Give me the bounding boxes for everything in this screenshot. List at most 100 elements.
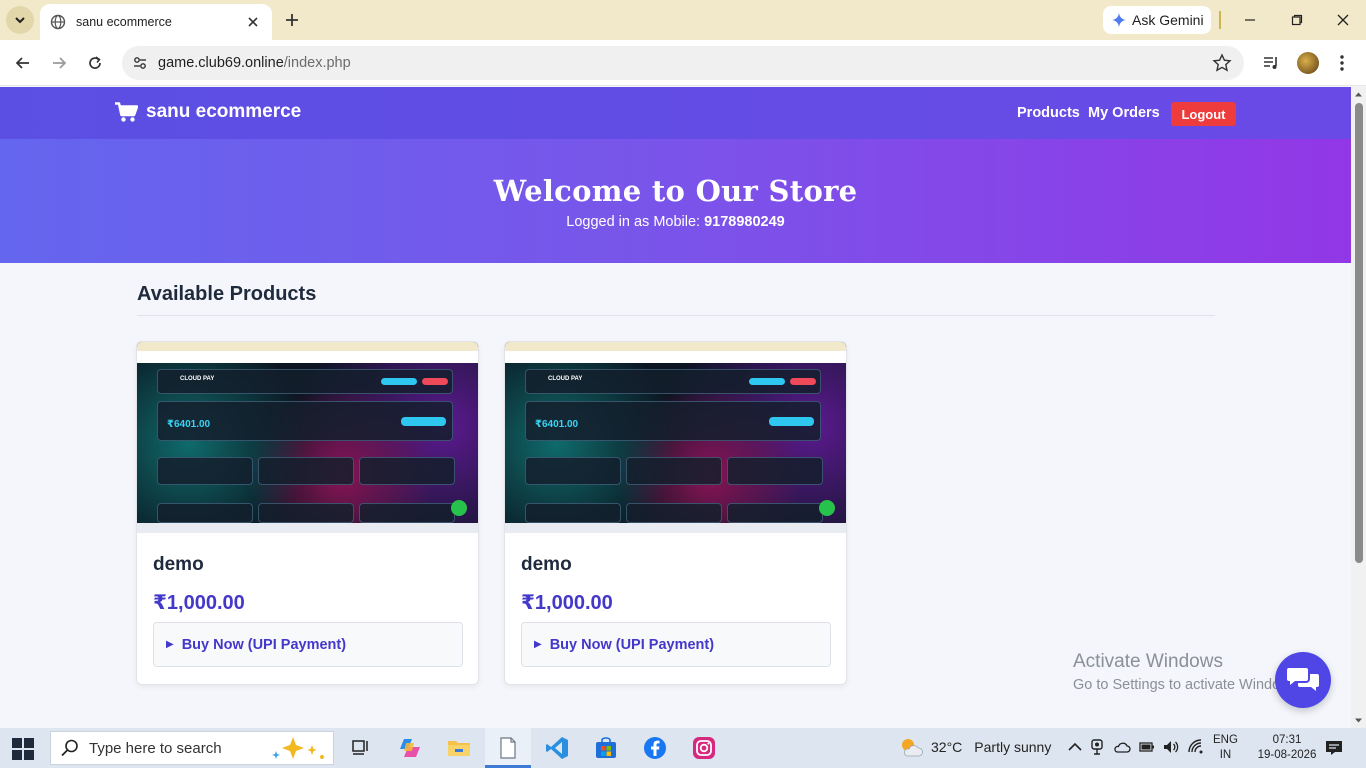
scroll-down-icon[interactable] xyxy=(1354,716,1363,725)
browser-tab-strip: sanu ecommerce Ask Gemini xyxy=(0,0,1366,40)
logout-button[interactable]: Logout xyxy=(1171,102,1236,126)
browser-tab[interactable]: sanu ecommerce xyxy=(40,4,272,40)
taskbar-search[interactable]: Type here to search xyxy=(50,731,334,765)
close-window-button[interactable] xyxy=(1331,8,1355,32)
browser-toolbar: game.club69.online/index.php xyxy=(0,40,1366,86)
search-highlight-icon xyxy=(272,737,324,759)
site-settings-icon[interactable] xyxy=(130,53,150,73)
document-icon xyxy=(500,737,516,759)
plus-icon xyxy=(286,14,298,26)
disclosure-triangle-icon: ▶ xyxy=(166,639,174,650)
battery-icon[interactable] xyxy=(1138,738,1156,756)
buy-now-button[interactable]: ▶ Buy Now (UPI Payment) xyxy=(153,622,463,667)
scroll-up-icon[interactable] xyxy=(1354,90,1363,99)
back-button[interactable] xyxy=(11,51,35,75)
site-navbar: sanu ecommerce Products My Orders Logout xyxy=(0,87,1351,139)
tab-close-button[interactable] xyxy=(244,13,262,31)
scroll-thumb[interactable] xyxy=(1355,103,1363,563)
buy-now-button[interactable]: ▶ Buy Now (UPI Payment) xyxy=(521,622,831,667)
input-language[interactable]: ENG IN xyxy=(1213,733,1238,763)
product-price: ₹1,000.00 xyxy=(153,592,245,614)
vscode-icon xyxy=(546,737,568,759)
clock-date: 19-08-2026 xyxy=(1257,749,1317,761)
facebook-app[interactable] xyxy=(641,734,669,762)
playlist-icon xyxy=(1264,57,1277,69)
cloud-icon[interactable] xyxy=(1113,738,1131,756)
microsoft-store-app[interactable] xyxy=(592,734,620,762)
thumb-app-name: CLOUD PAY xyxy=(180,376,215,382)
tab-strip-divider xyxy=(1219,11,1221,29)
weather-widget[interactable]: 32°C Partly sunny xyxy=(899,736,1051,758)
product-name: demo xyxy=(521,554,572,575)
taskbar-search-placeholder: Type here to search xyxy=(89,739,222,757)
volume-icon[interactable] xyxy=(1162,738,1180,756)
store-icon xyxy=(596,737,616,758)
gemini-sparkle-icon xyxy=(1112,13,1126,27)
chevron-up-icon[interactable] xyxy=(1066,738,1084,756)
folder-icon xyxy=(448,741,470,756)
hero-banner: Welcome to Our Store Logged in as Mobile… xyxy=(0,139,1351,263)
globe-icon xyxy=(50,14,66,30)
weather-condition: Partly sunny xyxy=(974,739,1052,755)
close-icon xyxy=(1337,14,1349,26)
chat-bubbles-icon xyxy=(1287,668,1319,691)
facebook-icon xyxy=(644,737,666,759)
product-name: demo xyxy=(153,554,204,575)
taskbar-clock[interactable]: 07:31 19-08-2026 xyxy=(1257,733,1317,763)
bookmark-star-icon[interactable] xyxy=(1212,53,1232,73)
more-vertical-icon xyxy=(1340,55,1344,71)
clock-time: 07:31 xyxy=(1272,734,1302,746)
reload-button[interactable] xyxy=(83,51,107,75)
arrow-left-icon xyxy=(15,57,29,69)
logged-in-mobile: 9178980249 xyxy=(704,214,785,230)
product-image[interactable]: CLOUD PAY ₹6401.00 xyxy=(137,342,478,533)
windows-start-icon[interactable] xyxy=(12,738,34,760)
logged-in-label: Logged in as Mobile: xyxy=(566,214,705,230)
close-icon xyxy=(248,17,258,27)
notepad-app[interactable] xyxy=(494,734,522,762)
shopping-cart-icon xyxy=(115,101,138,122)
copilot-app[interactable] xyxy=(396,734,424,762)
product-card: CLOUD PAY ₹6401.00 demo ₹1,000.00 ▶ Buy … xyxy=(504,341,847,685)
restore-button[interactable] xyxy=(1285,8,1309,32)
minimize-button[interactable] xyxy=(1238,8,1262,32)
address-bar[interactable]: game.club69.online/index.php xyxy=(122,46,1244,80)
activate-line-1: Activate Windows xyxy=(1073,651,1223,672)
buy-now-label: Buy Now (UPI Payment) xyxy=(549,636,715,653)
page-scrollbar[interactable] xyxy=(1351,87,1366,728)
minimize-icon xyxy=(1245,19,1255,21)
tab-title: sanu ecommerce xyxy=(76,15,172,29)
browser-menu-button[interactable] xyxy=(1330,51,1354,75)
notifications-icon[interactable] xyxy=(1324,739,1344,757)
file-explorer-app[interactable] xyxy=(445,734,473,762)
profile-avatar[interactable] xyxy=(1297,52,1319,74)
thumb-balance: ₹6401.00 xyxy=(167,419,211,430)
task-view-button[interactable] xyxy=(347,734,375,762)
media-control-button[interactable] xyxy=(1259,51,1283,75)
chevron-down-icon xyxy=(15,17,25,24)
site-brand[interactable]: sanu ecommerce xyxy=(115,101,301,123)
partly-sunny-icon xyxy=(902,739,923,757)
new-tab-button[interactable] xyxy=(280,8,304,32)
tab-search-button[interactable] xyxy=(6,6,34,34)
instagram-icon xyxy=(693,737,715,759)
chat-button[interactable] xyxy=(1275,652,1331,708)
search-icon xyxy=(61,739,78,757)
section-divider xyxy=(137,315,1215,316)
ask-gemini-button[interactable]: Ask Gemini xyxy=(1103,6,1211,34)
brand-name: sanu ecommerce xyxy=(146,101,302,122)
hero-subtitle: Logged in as Mobile: 9178980249 xyxy=(0,214,1351,230)
forward-button[interactable] xyxy=(47,51,71,75)
nav-link-products[interactable]: Products xyxy=(1017,105,1080,121)
vscode-app[interactable] xyxy=(543,734,571,762)
webcam-icon[interactable] xyxy=(1089,738,1107,756)
weather-temperature: 32°C xyxy=(931,739,963,755)
product-image[interactable]: CLOUD PAY ₹6401.00 xyxy=(505,342,846,533)
instagram-app[interactable] xyxy=(690,734,718,762)
product-price: ₹1,000.00 xyxy=(521,592,613,614)
product-card: CLOUD PAY ₹6401.00 demo ₹1,000.00 ▶ Buy … xyxy=(136,341,479,685)
thumb-balance: ₹6401.00 xyxy=(535,419,579,430)
nav-link-my-orders[interactable]: My Orders xyxy=(1088,105,1160,121)
wifi-icon[interactable] xyxy=(1187,738,1205,756)
task-view-icon xyxy=(352,740,368,755)
